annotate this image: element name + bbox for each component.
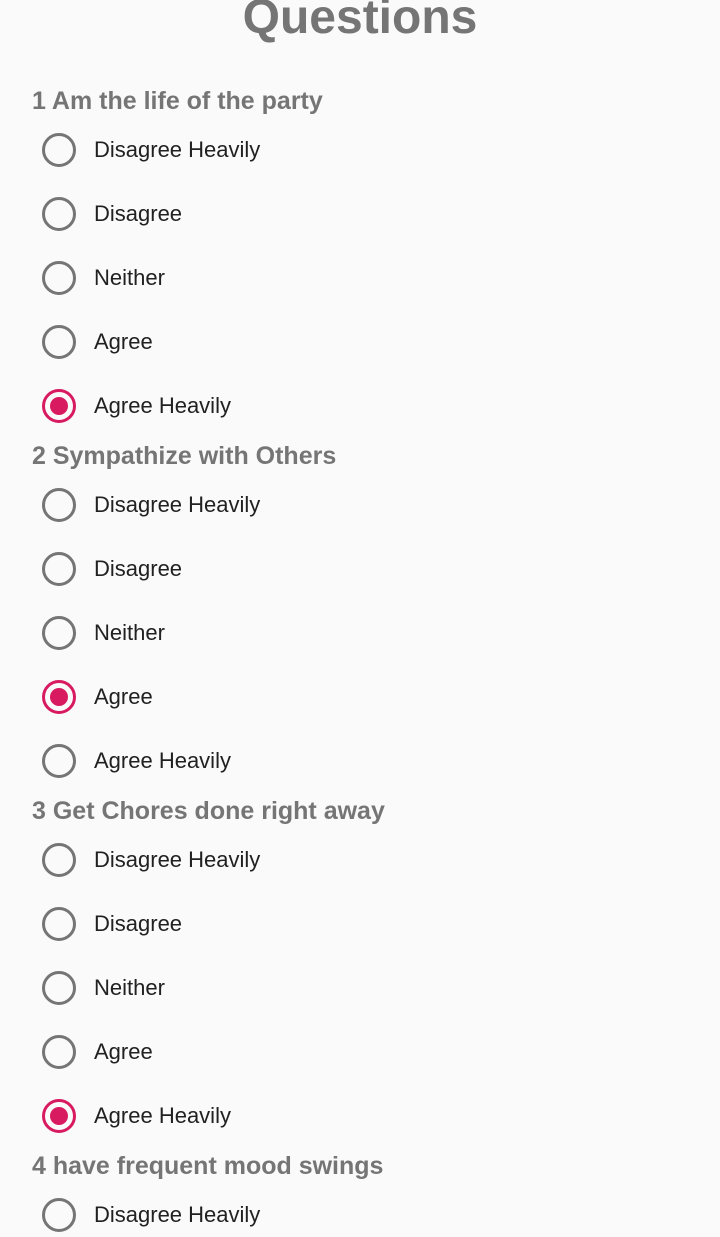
question-title: 4 have frequent mood swings	[32, 1152, 384, 1180]
radio-option-disagree[interactable]: Disagree	[42, 547, 182, 591]
radio-option-neither[interactable]: Neither	[42, 256, 165, 300]
radio-unchecked-icon[interactable]	[42, 616, 76, 650]
radio-option-label: Disagree Heavily	[94, 847, 261, 872]
radio-option-label: Agree	[94, 1039, 153, 1064]
radio-option-disagree[interactable]: Disagree	[42, 902, 182, 946]
radio-unchecked-icon[interactable]	[42, 197, 76, 231]
question-title: 2 Sympathize with Others	[32, 442, 337, 470]
radio-option-agree-heavily[interactable]: Agree Heavily	[42, 739, 231, 783]
radio-unchecked-icon[interactable]	[42, 907, 76, 941]
radio-option-label: Disagree Heavily	[94, 137, 261, 162]
radio-unchecked-icon[interactable]	[42, 552, 76, 586]
radio-option-disagree-heavily[interactable]: Disagree Heavily	[42, 128, 260, 172]
radio-option-label: Disagree Heavily	[94, 1202, 261, 1227]
radio-unchecked-icon[interactable]	[42, 971, 76, 1005]
radio-unchecked-icon[interactable]	[42, 744, 76, 778]
radio-option-label: Agree Heavily	[94, 748, 231, 773]
radio-option-label: Agree Heavily	[94, 393, 231, 418]
radio-option-agree-heavily[interactable]: Agree Heavily	[42, 384, 231, 428]
question-title: 3 Get Chores done right away	[32, 797, 385, 825]
radio-option-disagree-heavily[interactable]: Disagree Heavily	[42, 1193, 260, 1237]
radio-option-disagree[interactable]: Disagree	[42, 192, 182, 236]
radio-unchecked-icon[interactable]	[42, 1198, 76, 1232]
radio-option-label: Agree	[94, 329, 153, 354]
radio-option-disagree-heavily[interactable]: Disagree Heavily	[42, 483, 260, 527]
radio-option-agree[interactable]: Agree	[42, 1030, 153, 1074]
radio-option-label: Neither	[94, 975, 165, 1000]
question-title: 1 Am the life of the party	[32, 87, 323, 115]
radio-checked-icon[interactable]	[42, 680, 76, 714]
radio-unchecked-icon[interactable]	[42, 133, 76, 167]
radio-option-disagree-heavily[interactable]: Disagree Heavily	[42, 838, 260, 882]
radio-unchecked-icon[interactable]	[42, 261, 76, 295]
radio-option-label: Agree	[94, 684, 153, 709]
radio-unchecked-icon[interactable]	[42, 1035, 76, 1069]
radio-option-label: Disagree	[94, 201, 183, 226]
radio-unchecked-icon[interactable]	[42, 325, 76, 359]
radio-checked-icon[interactable]	[42, 389, 76, 423]
radio-option-neither[interactable]: Neither	[42, 611, 165, 655]
page-title: Questions	[242, 0, 478, 44]
radio-option-label: Neither	[94, 620, 165, 645]
radio-option-agree-heavily[interactable]: Agree Heavily	[42, 1094, 231, 1138]
radio-option-label: Disagree Heavily	[94, 492, 261, 517]
radio-checked-icon[interactable]	[42, 1099, 76, 1133]
radio-option-agree[interactable]: Agree	[42, 320, 153, 364]
radio-unchecked-icon[interactable]	[42, 488, 76, 522]
radio-option-label: Disagree	[94, 911, 183, 936]
radio-option-agree[interactable]: Agree	[42, 675, 153, 719]
radio-option-label: Agree Heavily	[94, 1103, 231, 1128]
radio-option-neither[interactable]: Neither	[42, 966, 165, 1010]
radio-option-label: Disagree	[94, 556, 183, 581]
radio-option-label: Neither	[94, 265, 165, 290]
radio-unchecked-icon[interactable]	[42, 843, 76, 877]
